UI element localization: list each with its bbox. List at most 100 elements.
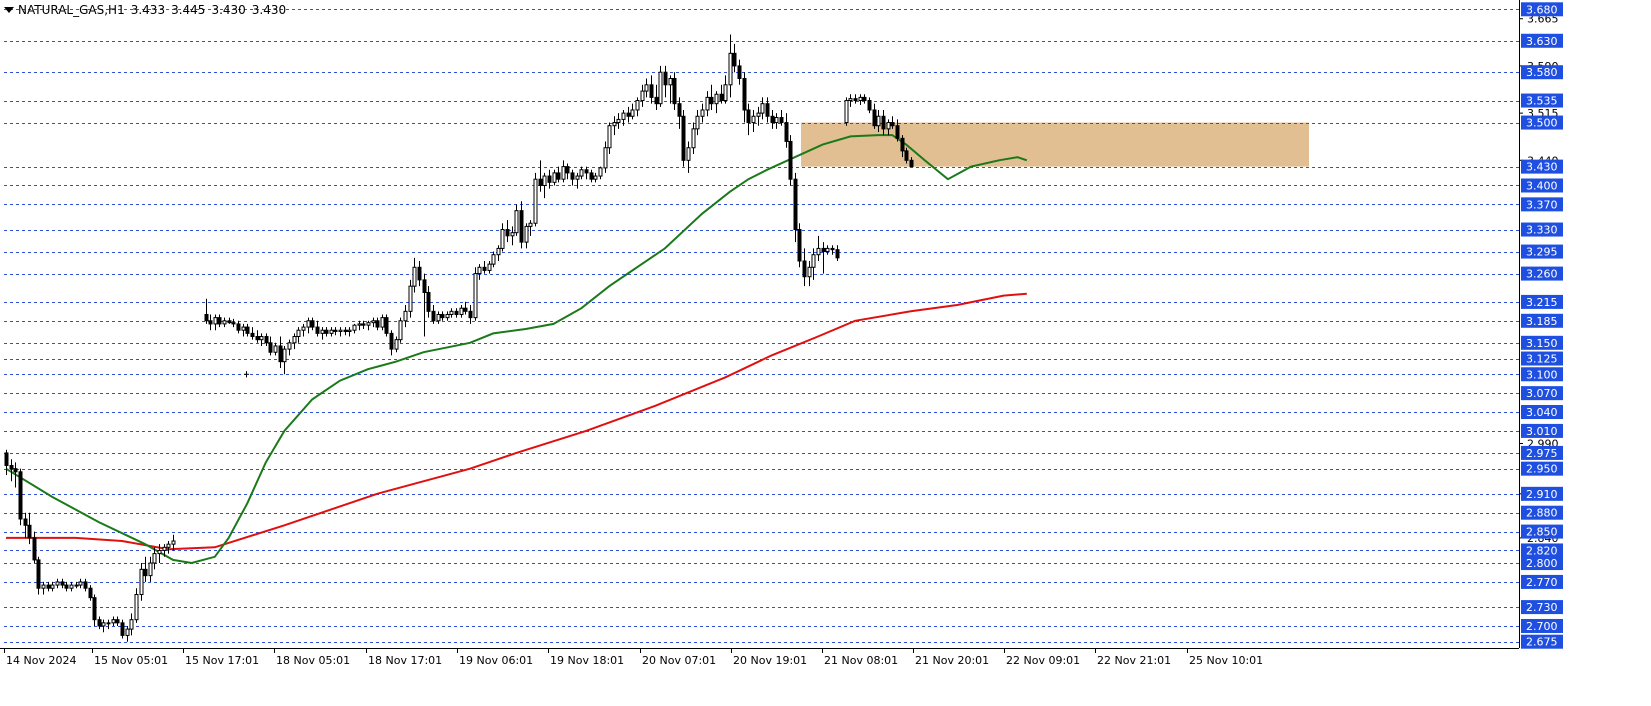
candle-body [250,332,255,338]
time-label: 14 Nov 2024 [6,654,76,667]
candle-body [732,52,737,67]
candle-body [320,329,325,334]
time-label: 20 Nov 19:01 [733,654,807,667]
candle-body [13,468,18,473]
time-label: 19 Nov 18:01 [550,654,624,667]
candle-body [241,326,246,331]
candle-body [120,622,125,636]
candle-body [603,147,608,169]
candle-body [570,172,575,180]
level-label: 3.040 [1526,406,1558,419]
candle-body [737,65,742,80]
candle-body [556,172,561,180]
level-label: 2.950 [1526,463,1558,476]
level-label: 3.535 [1526,95,1558,108]
candle-body [255,336,260,341]
candle-body [519,210,524,243]
candle-body [477,266,482,275]
candle-body [352,324,357,331]
candle-body [333,329,338,332]
candle-body [598,167,603,177]
candle-body [69,584,74,589]
candle-body [691,128,696,149]
candle-body [872,109,877,127]
candle-body [867,100,872,111]
candle-body [890,122,895,127]
candle-body [55,581,60,586]
level-label: 3.580 [1526,66,1558,79]
candle-body [412,266,417,287]
candle-body [384,317,389,334]
candle-body [88,587,93,599]
candle-body [565,166,570,174]
candle-body [445,313,450,319]
candle-body [751,115,756,124]
candle-body [616,118,621,124]
candle-body [329,329,334,334]
candle-body [41,584,46,589]
candle-body [491,254,496,265]
level-label: 3.630 [1526,35,1558,48]
candle-body [552,172,557,183]
candle-body [338,329,343,332]
candle-body [357,323,362,326]
candle-body [97,619,102,627]
level-label: 3.125 [1526,353,1558,366]
candle-body [640,90,645,102]
candle-body [765,103,770,117]
candle-body [459,307,464,315]
candle-body [514,210,519,234]
time-label: 22 Nov 09:01 [1006,654,1080,667]
candle-body [579,169,584,177]
candle-body [830,247,835,251]
level-label: 2.820 [1526,544,1558,557]
candle-body [231,322,236,325]
candle-body [528,222,533,227]
level-label: 3.010 [1526,425,1558,438]
time-label: 20 Nov 07:01 [642,654,716,667]
candle-body [398,320,403,341]
candle-body [668,78,673,86]
dropdown-triangle-icon[interactable] [4,7,14,13]
candle-body [802,260,807,278]
candle-body [784,122,789,142]
candle-body [658,71,663,105]
candle-body [301,326,306,331]
level-label: 2.910 [1526,488,1558,501]
level-label: 3.330 [1526,224,1558,237]
candle-body [723,84,728,102]
candle-body [371,320,376,324]
candle-body [380,317,385,328]
level-label: 3.100 [1526,368,1558,381]
candle-body [431,310,436,322]
candle-body [143,568,148,577]
time-label: 21 Nov 08:01 [824,654,898,667]
candle-body [742,78,747,111]
candle-body [296,329,301,338]
candle-body [204,313,209,322]
level-label: 2.880 [1526,507,1558,520]
candle-body [686,147,691,161]
level-label: 2.730 [1526,601,1558,614]
candle-body [524,225,529,243]
level-label: 3.185 [1526,315,1558,328]
candle-body [709,96,714,105]
candle-body [375,320,380,328]
candle-body [46,584,51,589]
candle-body [644,84,649,92]
candle-body [719,93,724,102]
candle-body [816,247,821,256]
time-label: 15 Nov 17:01 [185,654,259,667]
candle-body [32,537,37,561]
candle-body [746,109,751,124]
candle-body [612,122,617,127]
candle-body [848,98,853,102]
price-chart[interactable]: 3.6653.5903.5153.4402.9902.9102.8403.680… [0,0,1651,706]
candle-body [881,115,886,130]
candle-body [895,125,900,139]
candle-body [292,336,297,344]
candle-body [310,320,315,328]
time-label: 18 Nov 05:01 [276,654,350,667]
candle-body [315,326,320,334]
time-label: 21 Nov 20:01 [915,654,989,667]
